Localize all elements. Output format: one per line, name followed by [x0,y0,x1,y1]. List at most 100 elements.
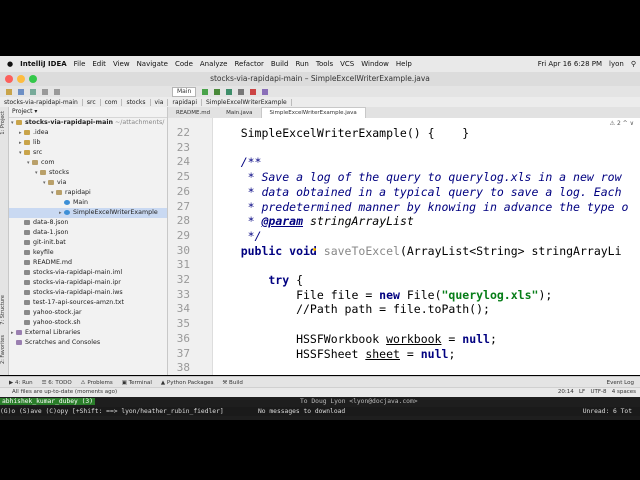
line-number[interactable]: 23 [177,141,190,154]
tree-item[interactable]: stocks-via-rapidapi-main.iws [9,288,167,298]
line-number[interactable]: 22 [177,126,190,139]
code-line[interactable]: public void saveToExcel(ArrayList<String… [213,244,622,258]
tree-item[interactable]: test-17-api-sources-amzn.txt [9,298,167,308]
tree-item[interactable]: ▾ stocks [9,168,167,178]
tree-item[interactable]: yahoo-stock.jar [9,308,167,318]
menu-file[interactable]: File [74,60,86,68]
breadcrumb-project[interactable]: stocks-via-rapidapi-main [0,98,83,106]
coverage-icon[interactable] [226,88,233,95]
project-tool-button[interactable]: 1: Project [0,111,6,135]
save-all-icon[interactable] [18,88,24,95]
vcs-icon[interactable] [262,88,269,95]
run-config-selector[interactable]: Main [172,86,197,97]
search-icon[interactable]: ⚲ [631,60,636,68]
tree-item[interactable]: git-init.bat [9,238,167,248]
file-encoding[interactable]: UTF-8 [590,389,606,395]
todo-tool-button[interactable]: ☰ 6: TODO [42,380,72,386]
terminal-tool-button[interactable]: ▣ Terminal [122,380,152,386]
selected-message[interactable]: abhishek_kumar_dubey (3) [0,398,95,405]
tab-readme[interactable]: README.md [168,108,218,118]
line-number[interactable]: 37 [177,347,190,360]
tree-item[interactable]: data-8.json [9,218,167,228]
user-name[interactable]: lyon [609,60,624,68]
line-number[interactable]: 26 [177,185,190,198]
code-line[interactable]: * Save a log of the query to querylog.xl… [213,170,622,184]
run-tool-button[interactable]: ▶ 4: Run [9,380,33,386]
line-number[interactable]: 27 [177,200,190,213]
inspection-widget[interactable]: ⚠ 2 ^ ∨ [610,120,634,127]
menu-navigate[interactable]: Navigate [137,60,168,68]
code-line[interactable]: try { [213,273,303,287]
menu-tools[interactable]: Tools [316,60,333,68]
menu-edit[interactable]: Edit [92,60,106,68]
code-line[interactable]: HSSFSheet sheet = null; [213,347,455,361]
profile-icon[interactable] [238,88,245,95]
breadcrumb-src[interactable]: src [83,98,101,106]
forward-icon[interactable] [54,88,60,95]
favorites-tool-button[interactable]: 2: Favorites [0,335,6,364]
line-number[interactable]: 31 [177,258,190,271]
tree-item[interactable]: yahoo-stock.sh [9,318,167,328]
code-line[interactable]: File file = new File("querylog.xls"); [213,288,552,302]
code-editor[interactable]: ⚠ 2 ^ ∨ SimpleExcelWriterExample() { } /… [213,118,640,375]
tree-item[interactable]: keyfile [9,248,167,258]
tab-simple-excel-writer[interactable]: SimpleExcelWriterExample.java [260,107,366,118]
apple-icon[interactable]: ● [7,60,13,68]
line-number[interactable]: 32 [177,273,190,286]
line-number[interactable]: 34 [177,302,190,315]
tree-item[interactable]: ▸ .idea [9,128,167,138]
line-number[interactable]: 38 [177,361,190,374]
menu-code[interactable]: Code [175,60,193,68]
problems-tool-button[interactable]: ⚠ Problems [81,380,113,386]
clock[interactable]: Fri Apr 16 6:28 PM [538,60,602,68]
tree-item[interactable]: README.md [9,258,167,268]
code-line[interactable]: * data obtained in a typical query to sa… [213,185,622,199]
breadcrumb-com[interactable]: com [101,98,123,106]
tree-item[interactable]: ▾ com [9,158,167,168]
breadcrumb-class[interactable]: SimpleExcelWriterExample [202,98,292,106]
menu-window[interactable]: Window [361,60,389,68]
tree-item[interactable]: ▸ External Libraries [9,328,167,338]
tree-item[interactable]: ▾ src [9,148,167,158]
line-number[interactable]: 35 [177,317,190,330]
line-separator[interactable]: LF [579,389,585,395]
breadcrumb-rapidapi[interactable]: rapidapi [168,98,203,106]
line-number[interactable]: 24 [177,155,190,168]
open-folder-icon[interactable] [6,88,12,95]
tree-root[interactable]: ▾ stocks-via-rapidapi-main ~/attachments/ [9,118,167,128]
line-number[interactable]: 30 [177,244,190,257]
stop-icon[interactable] [250,88,257,95]
tree-item[interactable]: ▾ rapidapi [9,188,167,198]
breadcrumb-via[interactable]: via [151,98,169,106]
line-number[interactable]: 36 [177,332,190,345]
menu-run[interactable]: Run [295,60,308,68]
code-line[interactable]: HSSFWorkbook workbook = null; [213,332,497,346]
tree-item[interactable]: Main [9,198,167,208]
code-line[interactable]: /** [213,155,262,169]
line-number[interactable]: 25 [177,170,190,183]
build-tool-button[interactable]: ⚒ Build [222,380,243,386]
indent-setting[interactable]: 4 spaces [612,389,636,395]
menu-help[interactable]: Help [396,60,412,68]
project-panel-header[interactable]: Project ▾ [9,107,167,118]
line-number[interactable]: 33 [177,288,190,301]
intention-bulb-icon[interactable] [313,248,316,251]
sync-icon[interactable] [30,88,36,95]
tree-item[interactable]: Scratches and Consoles [9,338,167,348]
menu-view[interactable]: View [113,60,130,68]
event-log-button[interactable]: Event Log [607,380,634,386]
line-number[interactable]: 29 [177,229,190,242]
breadcrumb-stocks[interactable]: stocks [122,98,151,106]
menu-build[interactable]: Build [271,60,289,68]
code-line[interactable]: */ [213,229,262,243]
tab-main-java[interactable]: Main.java [218,108,260,118]
menu-vcs[interactable]: VCS [340,60,354,68]
run-icon[interactable] [202,88,209,95]
debug-icon[interactable] [214,88,221,95]
structure-tool-button[interactable]: 7: Structure [0,295,6,325]
python-packages-tool-button[interactable]: ▲ Python Packages [161,380,213,386]
line-number[interactable]: 28 [177,214,190,227]
code-line[interactable]: //Path path = file.toPath(); [213,302,490,316]
tree-item[interactable]: ▸ SimpleExcelWriterExample [9,208,167,218]
tree-item[interactable]: stocks-via-rapidapi-main.iml [9,268,167,278]
